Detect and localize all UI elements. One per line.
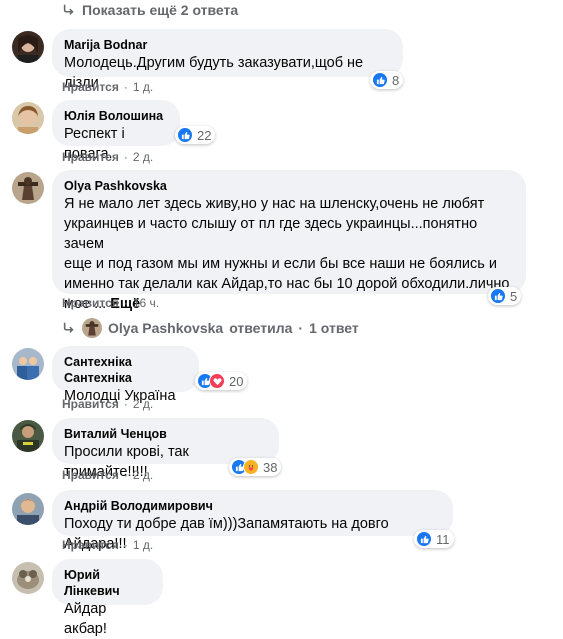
comment-text: еще и под газом мы им нужны и если бы вс… <box>64 256 497 272</box>
like-button[interactable]: Нравится <box>62 80 119 94</box>
comment-timestamp[interactable]: 2 д. <box>133 468 153 482</box>
comment-author[interactable]: Юлія Волошина <box>64 108 168 124</box>
reaction-summary[interactable]: 38 <box>229 458 282 476</box>
comment-author[interactable]: Сантехніка Сантехніка <box>64 354 187 386</box>
like-button[interactable]: Нравится <box>62 296 119 310</box>
reply-dot: · <box>298 320 304 336</box>
reply-author-avatar <box>82 318 102 338</box>
comment-author[interactable]: Olya Pashkovska <box>64 178 514 194</box>
comment-actions: Нравится · 2 д. <box>62 150 154 164</box>
comment-author[interactable]: Marija Bodnar <box>64 37 391 53</box>
comment-bubble: Сантехніка Сантехніка Молодці Україна <box>52 346 199 404</box>
comment-author[interactable]: Виталий Ченцов <box>64 426 267 442</box>
comment-text: украинцев и часто слышу от пл где здесь … <box>64 216 478 252</box>
comment-bubble: Андрій Володимирович Походу ти добре дав… <box>52 490 453 552</box>
comment-author[interactable]: Юрий Лінкевич <box>64 567 151 599</box>
avatar[interactable] <box>12 31 44 63</box>
comment-text: Айдар акбар! <box>64 601 107 637</box>
care-icon <box>243 459 259 475</box>
comment-bubble: Юлія Волошина Респект і повага. <box>52 100 180 162</box>
reaction-summary[interactable]: 11 <box>414 530 454 548</box>
avatar[interactable] <box>12 420 44 452</box>
reaction-count: 8 <box>392 72 400 88</box>
comment-timestamp[interactable]: 16 ч. <box>133 296 159 310</box>
comment-timestamp[interactable]: 2 д. <box>133 397 153 411</box>
comment-text: Я не мало лет здесь живу,но у нас на шле… <box>64 196 485 212</box>
like-icon <box>372 72 388 88</box>
comment-bubble: Marija Bodnar Молодець.Другим будуть зак… <box>52 29 403 91</box>
show-more-replies-label: Показать ещё 2 ответа <box>82 2 239 18</box>
comment-timestamp[interactable]: 2 д. <box>133 150 153 164</box>
comment-timestamp[interactable]: 1 д. <box>133 538 153 552</box>
like-button[interactable]: Нравится <box>62 150 119 164</box>
reply-count-text: 1 ответ <box>309 320 359 336</box>
avatar[interactable] <box>12 102 44 134</box>
reaction-summary[interactable]: 8 <box>370 71 404 89</box>
reaction-count: 5 <box>510 288 518 304</box>
avatar[interactable] <box>12 172 44 204</box>
show-more-replies-link[interactable]: Показать ещё 2 ответа <box>62 2 238 18</box>
avatar[interactable] <box>12 493 44 525</box>
reply-author-name: Olya Pashkovska <box>108 320 224 336</box>
comment-author[interactable]: Андрій Володимирович <box>64 498 441 514</box>
reaction-count: 20 <box>229 373 244 389</box>
view-replies-link[interactable]: Olya Pashkovska ответила · 1 ответ <box>62 318 359 338</box>
avatar[interactable] <box>12 348 44 380</box>
reaction-count: 22 <box>197 127 212 143</box>
reply-arrow-icon <box>63 4 74 15</box>
comment-text: именно так делали как Айдар,то нас бы 10… <box>64 276 510 292</box>
comment-actions: Нравится · 2 д. <box>62 468 154 482</box>
comment-actions: Нравится · 16 ч. <box>62 296 160 310</box>
like-icon <box>490 288 506 304</box>
reaction-summary[interactable]: 22 <box>175 126 216 144</box>
comment-actions: Нравится · 1 д. <box>62 538 154 552</box>
love-icon <box>209 373 225 389</box>
reaction-summary[interactable]: 20 <box>195 372 248 390</box>
reaction-count: 38 <box>263 459 278 475</box>
comment-actions: Нравится · 1 д. <box>62 80 154 94</box>
comment-bubble: Olya Pashkovska Я не мало лет здесь живу… <box>52 170 526 312</box>
like-icon <box>177 127 193 143</box>
reaction-count: 11 <box>436 531 450 547</box>
comment-timestamp[interactable]: 1 д. <box>133 80 153 94</box>
like-button[interactable]: Нравится <box>62 397 119 411</box>
reply-action-text: ответила <box>229 320 293 336</box>
like-button[interactable]: Нравится <box>62 538 119 552</box>
comment-bubble: Юрий Лінкевич Айдар акбар! <box>52 559 163 637</box>
reaction-summary[interactable]: 5 <box>488 287 522 305</box>
comment-actions: Нравится · 2 д. <box>62 397 154 411</box>
avatar[interactable] <box>12 562 44 594</box>
like-button[interactable]: Нравится <box>62 468 119 482</box>
like-icon <box>416 531 432 547</box>
reply-arrow-icon <box>63 322 74 333</box>
